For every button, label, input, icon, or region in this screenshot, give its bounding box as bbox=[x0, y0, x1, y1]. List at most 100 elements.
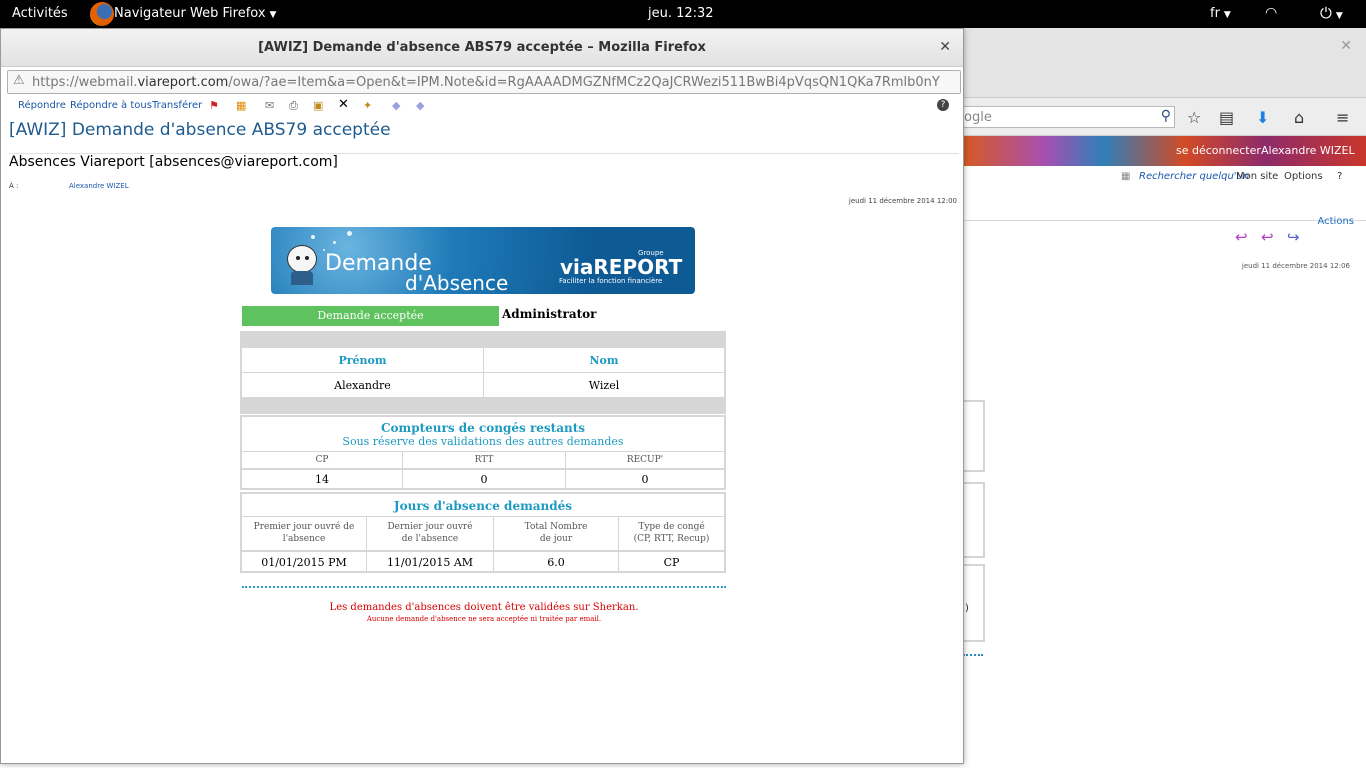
background-text: ) bbox=[965, 603, 969, 614]
table-divider bbox=[242, 516, 724, 517]
my-site-link[interactable]: Mon site bbox=[1236, 171, 1278, 182]
clock[interactable]: jeu. 12:32 bbox=[648, 6, 714, 21]
table-band bbox=[240, 331, 726, 347]
counters-table: Compteurs de congés restants Sous réserv… bbox=[240, 415, 726, 490]
mascot-eye bbox=[296, 256, 300, 260]
sparkle bbox=[311, 235, 315, 239]
find-someone-link[interactable]: Rechercher quelqu'un bbox=[1139, 171, 1249, 182]
options-menu[interactable]: Options bbox=[1284, 171, 1323, 182]
close-icon[interactable]: ✕ bbox=[939, 39, 951, 55]
header-lastname: Nom bbox=[589, 354, 619, 367]
value-lastname: Wizel bbox=[588, 379, 620, 392]
owa-header: se déconnecter Alexandre WIZEL bbox=[963, 136, 1366, 166]
mail-date: jeudi 11 décembre 2014 12:06 bbox=[1241, 262, 1350, 270]
mail-sender[interactable]: Absences Viareport [absences@viareport.c… bbox=[9, 154, 338, 170]
forward-icon[interactable]: ↪ bbox=[1287, 228, 1300, 246]
header-cp: CP bbox=[315, 455, 329, 465]
window-title: [AWIZ] Demande d'absence ABS79 acceptée … bbox=[258, 40, 706, 55]
download-icon[interactable]: ⬇ bbox=[1256, 108, 1269, 127]
reply-icon[interactable]: ↩ bbox=[1235, 228, 1248, 246]
power-icon[interactable]: ⏻ ▼ bbox=[1320, 4, 1343, 22]
print-icon[interactable]: ⎙ bbox=[289, 99, 298, 113]
logout-link[interactable]: se déconnecter bbox=[1176, 144, 1261, 157]
help-icon[interactable]: ? bbox=[937, 99, 949, 111]
header-leave-type-l2: (CP, RTT, Recup) bbox=[633, 534, 710, 544]
dotted-separator bbox=[963, 654, 983, 656]
background-tables bbox=[963, 400, 985, 670]
days-table: Jours d'absence demandés Premier jour ou… bbox=[240, 492, 726, 573]
next-icon[interactable]: ◆ bbox=[416, 99, 424, 112]
app-menu[interactable]: Navigateur Web Firefox ▼ bbox=[114, 6, 276, 21]
background-table bbox=[963, 482, 985, 558]
forward-button[interactable]: Transférer bbox=[152, 100, 202, 111]
table-divider bbox=[242, 372, 724, 373]
mascot-head bbox=[287, 245, 317, 273]
close-icon[interactable]: ✕ bbox=[1340, 38, 1352, 54]
user-menu[interactable]: Alexandre WIZEL bbox=[1261, 144, 1355, 157]
app-menu-label: Navigateur Web Firefox bbox=[114, 6, 266, 21]
header-first-day-l2: l'absence bbox=[282, 534, 326, 544]
search-input[interactable]: ogle ⚲ bbox=[963, 106, 1175, 128]
warning-icon[interactable]: ⚠ bbox=[13, 73, 25, 88]
value-rtt: 0 bbox=[480, 473, 488, 486]
divider bbox=[963, 220, 1366, 221]
to-label: À : bbox=[9, 182, 19, 190]
move-icon[interactable]: ▣ bbox=[313, 99, 323, 112]
junk-icon[interactable]: ✦ bbox=[363, 99, 372, 112]
language-menu[interactable]: fr ▼ bbox=[1210, 6, 1231, 21]
reply-all-icon[interactable]: ↩ bbox=[1261, 228, 1274, 246]
actions-menu[interactable]: Actions bbox=[1317, 216, 1354, 227]
flag-icon[interactable]: ⚑ bbox=[209, 99, 219, 112]
help-icon[interactable]: ? bbox=[1337, 171, 1342, 182]
firefox-icon bbox=[90, 2, 114, 26]
delete-icon[interactable]: ✕ bbox=[338, 97, 349, 112]
previous-icon[interactable]: ◆ bbox=[392, 99, 400, 112]
table-band bbox=[240, 398, 726, 414]
table-divider bbox=[242, 468, 724, 470]
language-label: fr bbox=[1210, 6, 1220, 21]
activities-button[interactable]: Activités bbox=[12, 6, 68, 21]
reply-all-button[interactable]: Répondre à tous bbox=[70, 100, 152, 111]
home-icon[interactable]: ⌂ bbox=[1294, 108, 1304, 127]
header-recup: RECUP' bbox=[626, 455, 664, 465]
url-bar[interactable]: ⚠ https://webmail.viareport.com/owa/?ae=… bbox=[7, 70, 961, 94]
to-recipient[interactable]: Alexandre WIZEL bbox=[69, 182, 129, 190]
mark-unread-icon[interactable]: ✉ bbox=[265, 99, 274, 112]
header-rtt: RTT bbox=[474, 455, 494, 465]
header-total-days-l2: de jour bbox=[539, 534, 573, 544]
chevron-down-icon: ▼ bbox=[1223, 10, 1231, 20]
mail-date: jeudi 11 décembre 2014 12:00 bbox=[848, 197, 957, 205]
header-firstname: Prénom bbox=[338, 354, 387, 367]
value-firstname: Alexandre bbox=[334, 379, 391, 392]
search-icon[interactable]: ⚲ bbox=[1161, 108, 1171, 124]
background-table bbox=[963, 400, 985, 472]
url-suffix: /owa/?ae=Item&a=Open&t=IPM.Note&id=RgAAA… bbox=[228, 75, 940, 90]
chevron-down-icon: ▼ bbox=[1335, 11, 1343, 21]
bookmark-star-icon[interactable]: ☆ bbox=[1187, 108, 1201, 127]
people-icon: ▦ bbox=[1121, 171, 1131, 182]
background-nav-bar: ogle ⚲ ☆ ▤ ⬇ ⌂ ≡ bbox=[963, 98, 1366, 136]
reply-button[interactable]: Répondre bbox=[18, 100, 66, 111]
banner-tagline: Faciliter la fonction financière bbox=[559, 277, 663, 285]
counters-title: Compteurs de congés restants bbox=[380, 421, 586, 435]
value-recup: 0 bbox=[641, 473, 649, 486]
menu-icon[interactable]: ≡ bbox=[1336, 108, 1349, 127]
header-total-days: Total Nombre de jour bbox=[494, 521, 618, 545]
background-browser-window: ✕ ogle ⚲ ☆ ▤ ⬇ ⌂ ≡ se déconnecter Alexan… bbox=[963, 28, 1366, 768]
counters-subtitle: Sous réserve des validations des autres … bbox=[342, 435, 624, 448]
viareport-logo: viaREPORT bbox=[560, 255, 683, 279]
categories-icon[interactable]: ▦ bbox=[236, 99, 246, 112]
window-title-bar[interactable]: [AWIZ] Demande d'absence ABS79 acceptée … bbox=[1, 29, 963, 67]
header-last-day: Dernier jour ouvré de l'absence bbox=[367, 521, 493, 545]
url-prefix: https://webmail. bbox=[32, 75, 138, 90]
person-table: Prénom Nom Alexandre Wizel bbox=[240, 346, 726, 399]
banner-title-line2: d'Absence bbox=[405, 271, 509, 294]
search-placeholder: ogle bbox=[964, 110, 992, 125]
header-first-day-l1: Premier jour ouvré de bbox=[253, 522, 355, 532]
table-divider bbox=[242, 451, 724, 452]
header-first-day: Premier jour ouvré de l'absence bbox=[242, 521, 366, 545]
header-total-days-l1: Total Nombre bbox=[524, 522, 588, 532]
wifi-icon[interactable]: ◠ bbox=[1265, 5, 1277, 21]
value-leave-type: CP bbox=[663, 556, 680, 569]
reading-list-icon[interactable]: ▤ bbox=[1219, 108, 1234, 127]
